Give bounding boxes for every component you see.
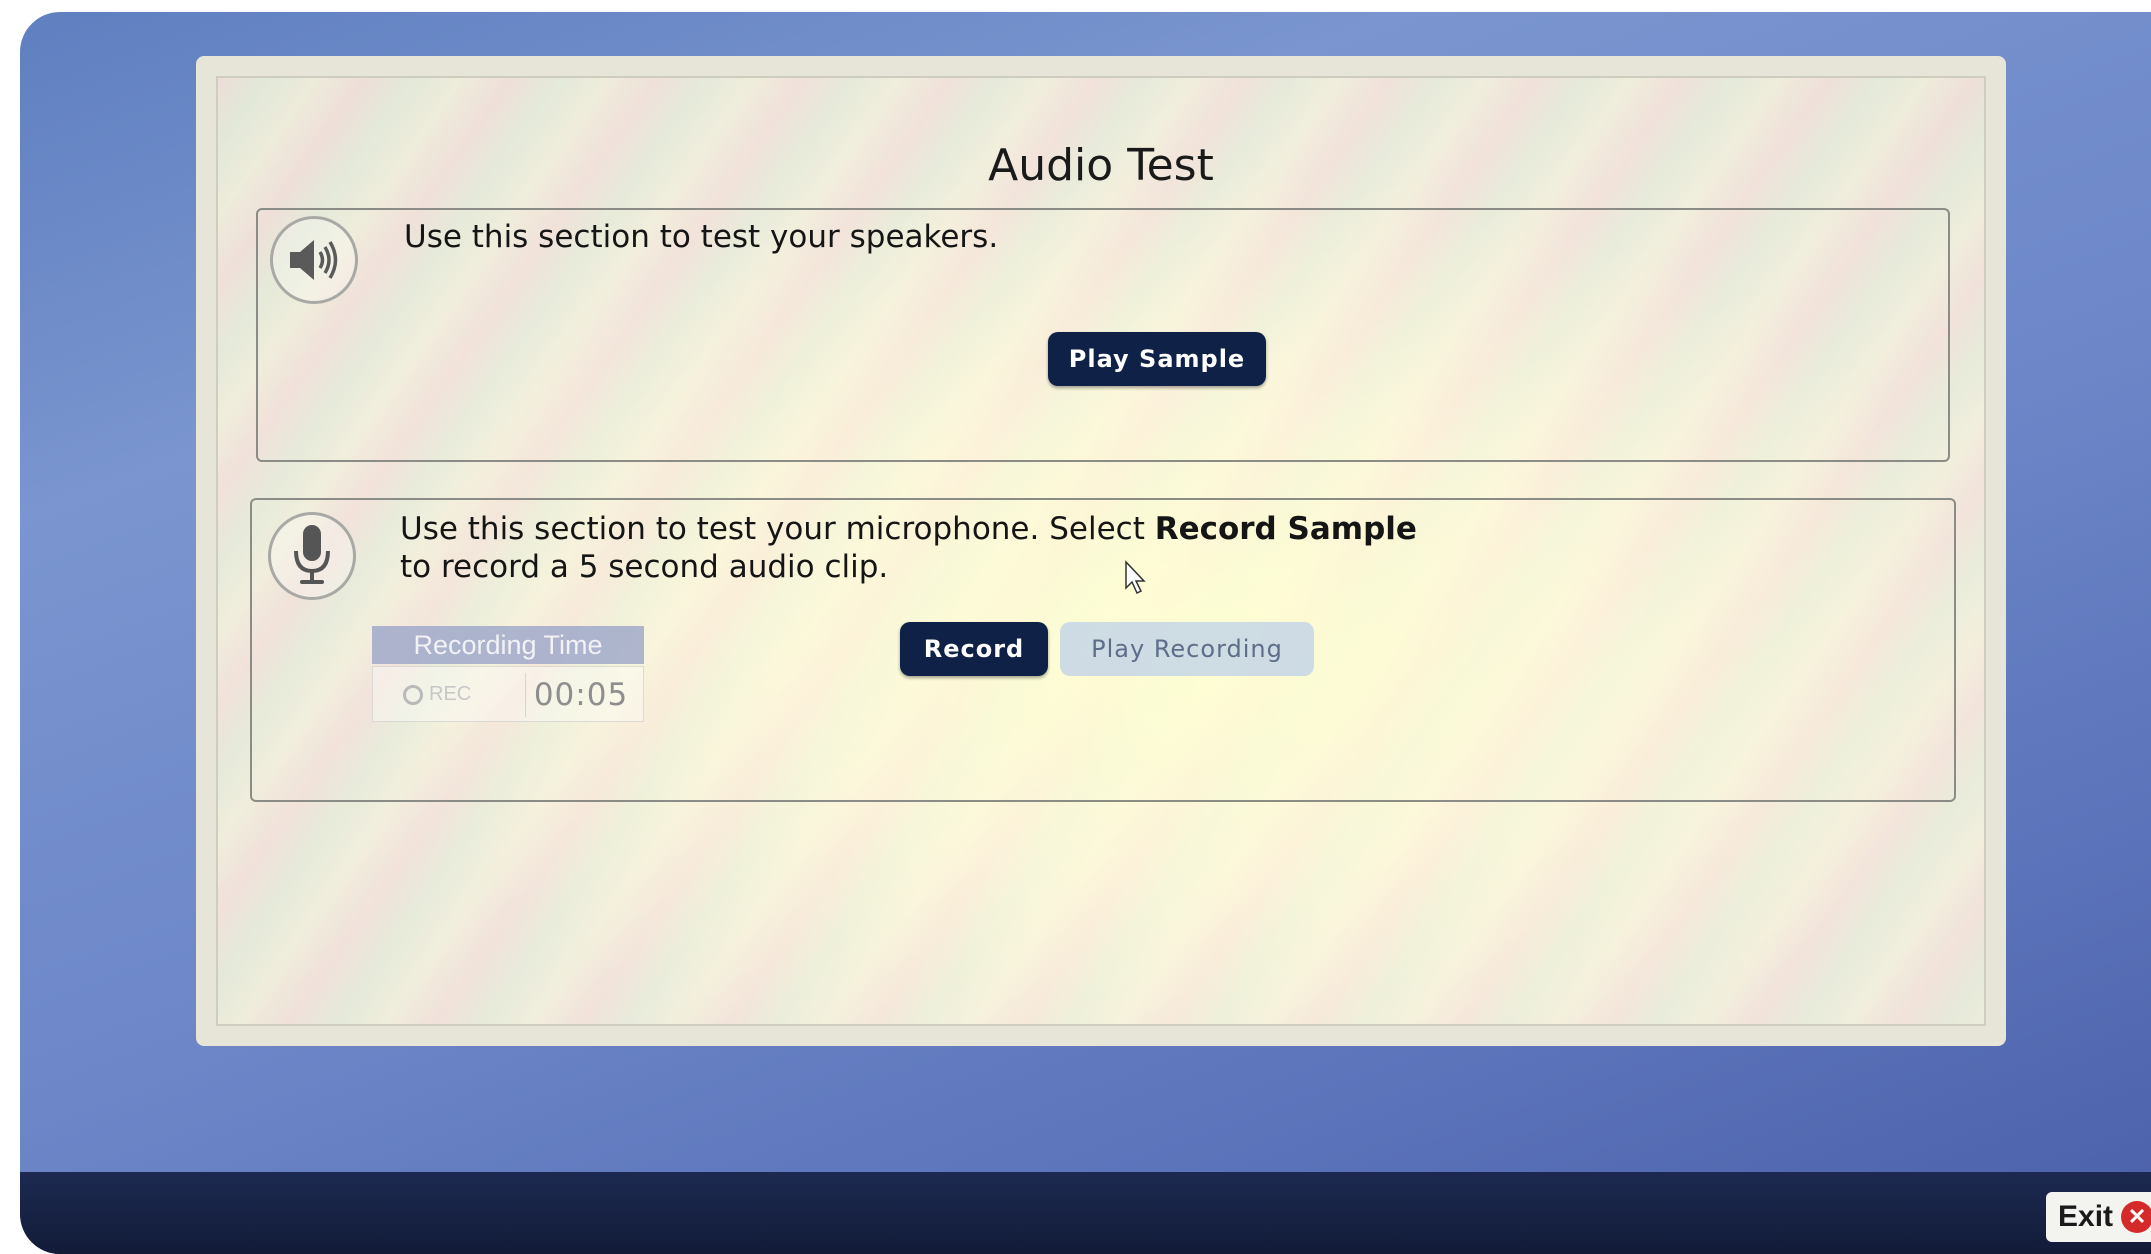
mouse-cursor-icon — [1124, 560, 1148, 600]
rec-indicator-icon — [403, 685, 423, 705]
speaker-icon — [270, 216, 358, 304]
speakers-instruction: Use this section to test your speakers. — [404, 219, 999, 255]
microphone-instruction-prefix: Use this section to test your microphone… — [400, 511, 1155, 547]
speakers-section: Use this section to test your speakers. … — [256, 208, 1950, 462]
record-button[interactable]: Record — [900, 622, 1048, 676]
audio-test-dialog: Audio Test Use this section to test your… — [196, 56, 2006, 1046]
recording-time-body: REC 00:05 — [372, 666, 644, 722]
microphone-section: Use this section to test your microphone… — [250, 498, 1956, 802]
exit-label: Exit — [2058, 1200, 2114, 1233]
dialog-panel: Audio Test Use this section to test your… — [216, 76, 1986, 1026]
play-recording-button[interactable]: Play Recording — [1060, 622, 1314, 676]
microphone-instruction: Use this section to test your microphone… — [400, 510, 1417, 586]
recording-timer: 00:05 — [525, 673, 636, 717]
microphone-icon — [268, 512, 356, 600]
exit-button[interactable]: Exit ✕ — [2046, 1192, 2151, 1242]
recording-time-header: Recording Time — [372, 626, 644, 664]
record-sample-bold: Record Sample — [1154, 511, 1417, 547]
close-circle-icon: ✕ — [2121, 1201, 2151, 1233]
play-sample-button[interactable]: Play Sample — [1048, 332, 1266, 386]
dialog-title: Audio Test — [988, 140, 1214, 191]
rec-label: REC — [429, 683, 472, 705]
recording-time-widget: Recording Time REC 00:05 — [372, 626, 644, 726]
screen: Audio Test Use this section to test your… — [20, 12, 2151, 1254]
bottom-bar — [20, 1172, 2151, 1254]
microphone-instruction-line2: to record a 5 second audio clip. — [400, 549, 889, 585]
